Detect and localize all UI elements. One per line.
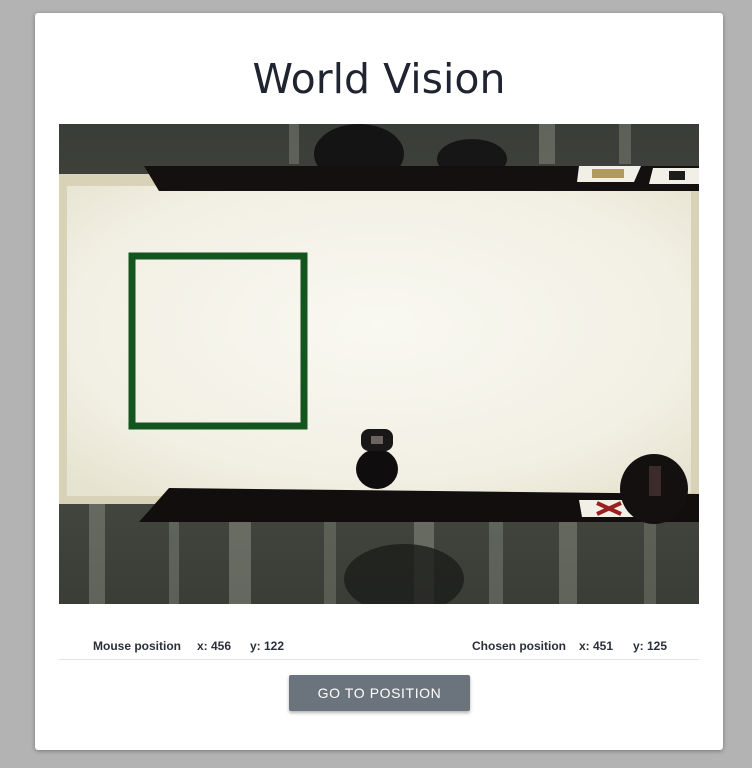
page-title: World Vision <box>252 55 506 103</box>
robot-right-detail <box>649 466 661 496</box>
mouse-position-label: Mouse position <box>93 639 181 653</box>
chosen-position-y: y: 125 <box>633 639 668 653</box>
camera-view[interactable] <box>59 124 699 604</box>
camera-feed-image <box>59 124 699 604</box>
chosen-position-x: x: 451 <box>579 639 614 653</box>
chosen-position-label: Chosen position <box>472 639 566 653</box>
board-object <box>356 449 398 489</box>
marker-top-2-symbol <box>669 171 685 180</box>
main-card: World Vision Mouse position x: 456 y: 12… <box>35 13 723 750</box>
board-object-lens <box>371 436 383 444</box>
marker-top-1-symbol <box>592 169 624 178</box>
mouse-position-x: x: 456 <box>197 639 232 653</box>
mouse-position-y: y: 122 <box>250 639 285 653</box>
position-info-row: Mouse position x: 456 y: 122 Chosen posi… <box>59 631 699 660</box>
go-to-position-button[interactable]: GO TO POSITION <box>289 675 470 711</box>
